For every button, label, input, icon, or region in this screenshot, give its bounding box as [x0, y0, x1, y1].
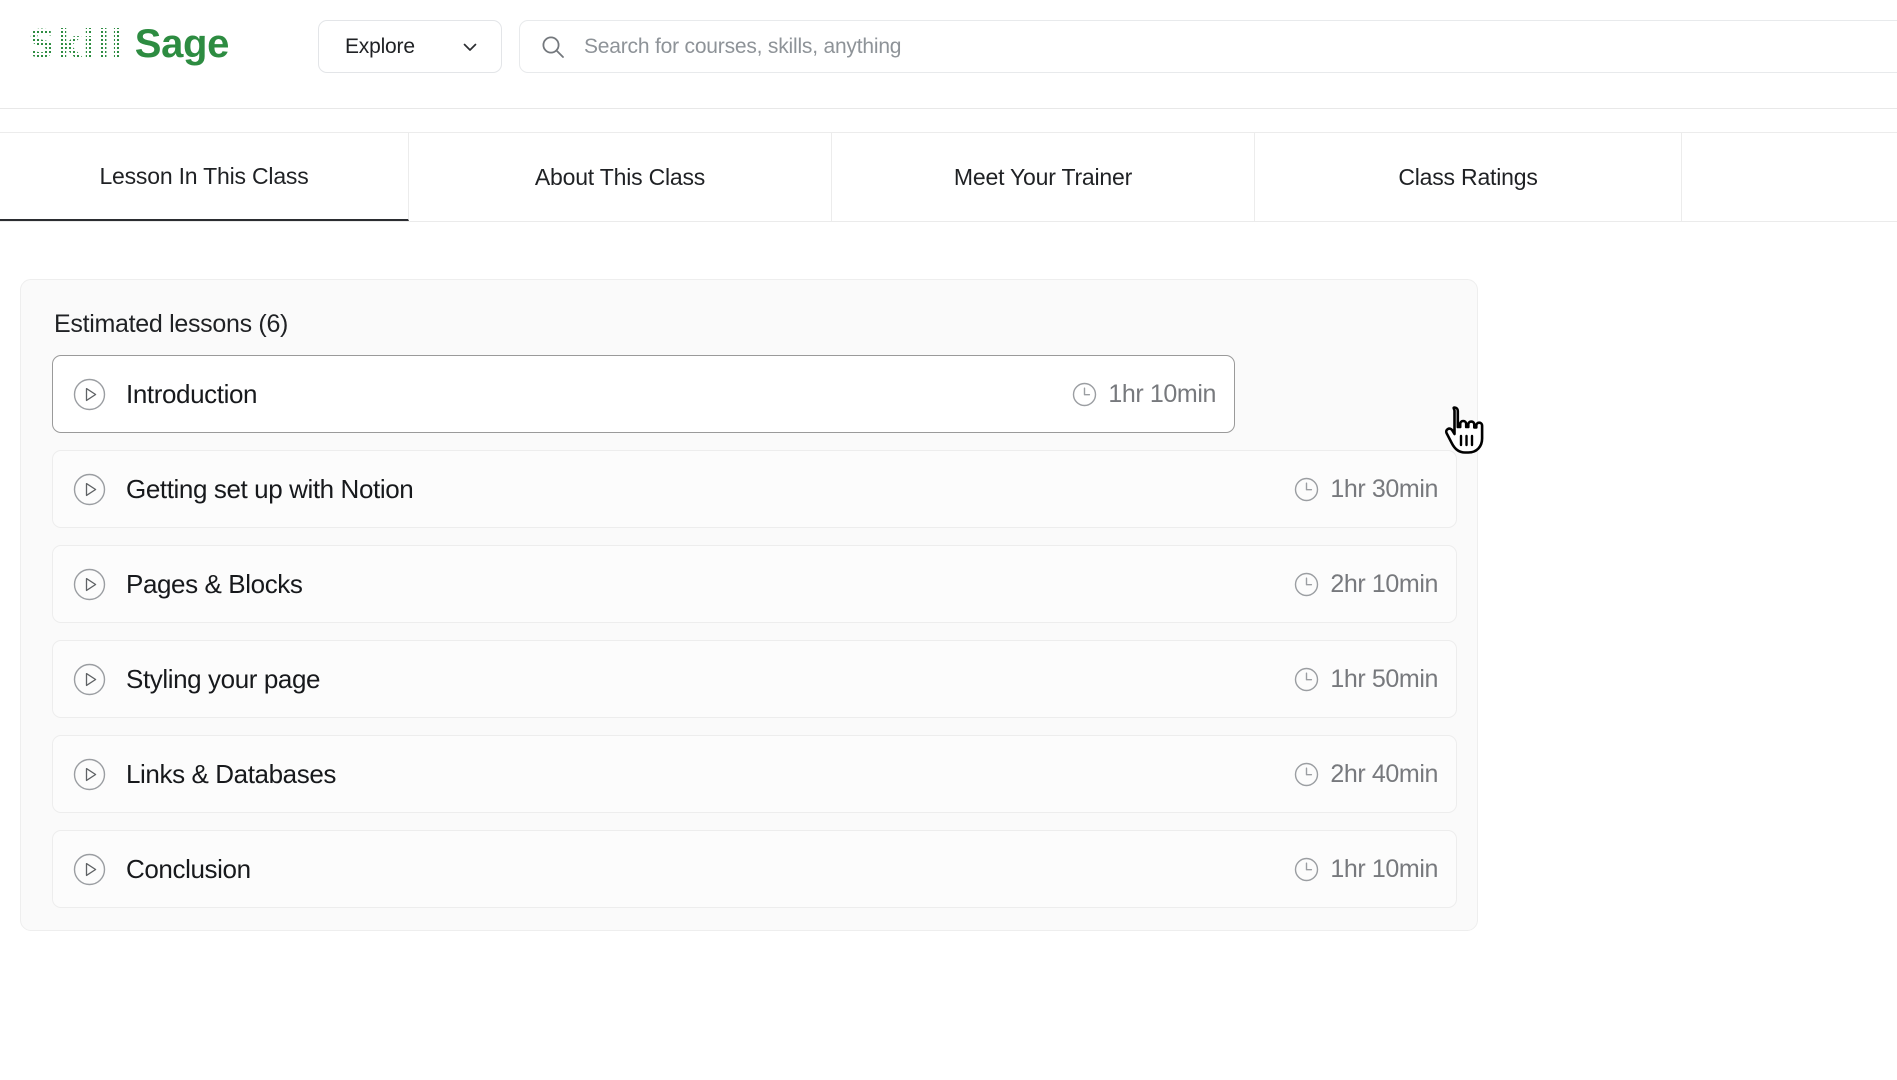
tab-meet-your-trainer[interactable]: Meet Your Trainer	[832, 133, 1255, 221]
play-circle-icon[interactable]	[73, 378, 106, 411]
lesson-duration: 2hr 40min	[1330, 759, 1438, 788]
lesson-title: Links & Databases	[126, 758, 336, 789]
logo[interactable]: Skill Sage	[28, 22, 229, 67]
header-secondary-strip	[0, 109, 1897, 133]
clock-icon	[1294, 762, 1319, 787]
lesson-row[interactable]: Getting set up with Notion 1hr 30min	[52, 450, 1457, 528]
clock-icon	[1294, 667, 1319, 692]
lesson-row[interactable]: Introduction 1hr 10min	[52, 355, 1235, 433]
estimated-lessons-title: Estimated lessons (6)	[54, 310, 289, 338]
lesson-row-left: Pages & Blocks	[73, 568, 303, 601]
logo-text-sage: Sage	[134, 22, 230, 66]
clock-icon	[1294, 572, 1319, 597]
lesson-row[interactable]: Links & Databases 2hr 40min	[52, 735, 1457, 813]
clock-icon	[1294, 857, 1319, 882]
play-circle-icon[interactable]	[73, 473, 106, 506]
lesson-title: Styling your page	[126, 663, 321, 694]
lesson-row-right: 1hr 10min	[1294, 855, 1438, 884]
estimated-lessons-card: Estimated lessons (6) Introduction 1hr 1…	[20, 279, 1478, 931]
lesson-row-left: Introduction	[73, 378, 257, 411]
lesson-row[interactable]: Conclusion 1hr 10min	[52, 830, 1457, 908]
lesson-title: Introduction	[126, 378, 258, 409]
lesson-duration: 1hr 30min	[1330, 474, 1438, 503]
lesson-row-left: Getting set up with Notion	[73, 473, 414, 506]
chevron-down-icon	[461, 38, 479, 56]
lesson-duration: 2hr 10min	[1330, 569, 1438, 598]
play-circle-icon[interactable]	[73, 853, 106, 886]
search-input[interactable]	[582, 33, 1893, 60]
lesson-row-right: 1hr 50min	[1294, 665, 1438, 694]
lesson-duration: 1hr 50min	[1330, 664, 1438, 693]
lesson-row-left: Links & Databases	[73, 758, 336, 791]
tab-class-ratings[interactable]: Class Ratings	[1255, 133, 1682, 221]
explore-dropdown-button[interactable]: Explore	[318, 20, 502, 73]
play-circle-icon[interactable]	[73, 758, 106, 791]
clock-icon	[1294, 477, 1319, 502]
play-circle-icon[interactable]	[73, 663, 106, 696]
clock-icon	[1072, 382, 1097, 407]
lesson-row[interactable]: Styling your page 1hr 50min	[52, 640, 1457, 718]
lesson-title: Pages & Blocks	[126, 568, 303, 599]
lesson-title: Conclusion	[126, 853, 251, 884]
lesson-row-right: 2hr 40min	[1294, 760, 1438, 789]
lesson-row-right: 1hr 30min	[1294, 475, 1438, 504]
tab-label: Meet Your Trainer	[953, 163, 1133, 190]
tab-label: About This Class	[534, 163, 706, 190]
tab-empty-filler	[1682, 133, 1897, 221]
explore-dropdown-label: Explore	[345, 34, 415, 58]
play-circle-icon[interactable]	[73, 568, 106, 601]
lesson-duration: 1hr 10min	[1108, 379, 1216, 408]
logo-text-skill: Skill	[28, 22, 125, 66]
lesson-duration: 1hr 10min	[1330, 854, 1438, 883]
search-bar[interactable]	[519, 20, 1897, 73]
class-tabs: Lesson In This Class About This Class Me…	[0, 133, 1897, 222]
tab-about-this-class[interactable]: About This Class	[409, 133, 832, 221]
lesson-row-left: Styling your page	[73, 663, 321, 696]
site-header: Skill Sage Explore	[0, 0, 1897, 109]
search-icon	[540, 34, 566, 60]
lesson-title: Getting set up with Notion	[126, 473, 414, 504]
lesson-row[interactable]: Pages & Blocks 2hr 10min	[52, 545, 1457, 623]
tab-label: Class Ratings	[1398, 163, 1538, 190]
lesson-row-right: 2hr 10min	[1294, 570, 1438, 599]
tab-label: Lesson In This Class	[99, 162, 309, 189]
tab-lesson-in-this-class[interactable]: Lesson In This Class	[0, 133, 409, 221]
lesson-row-left: Conclusion	[73, 853, 251, 886]
lesson-row-right: 1hr 10min	[1072, 380, 1216, 409]
